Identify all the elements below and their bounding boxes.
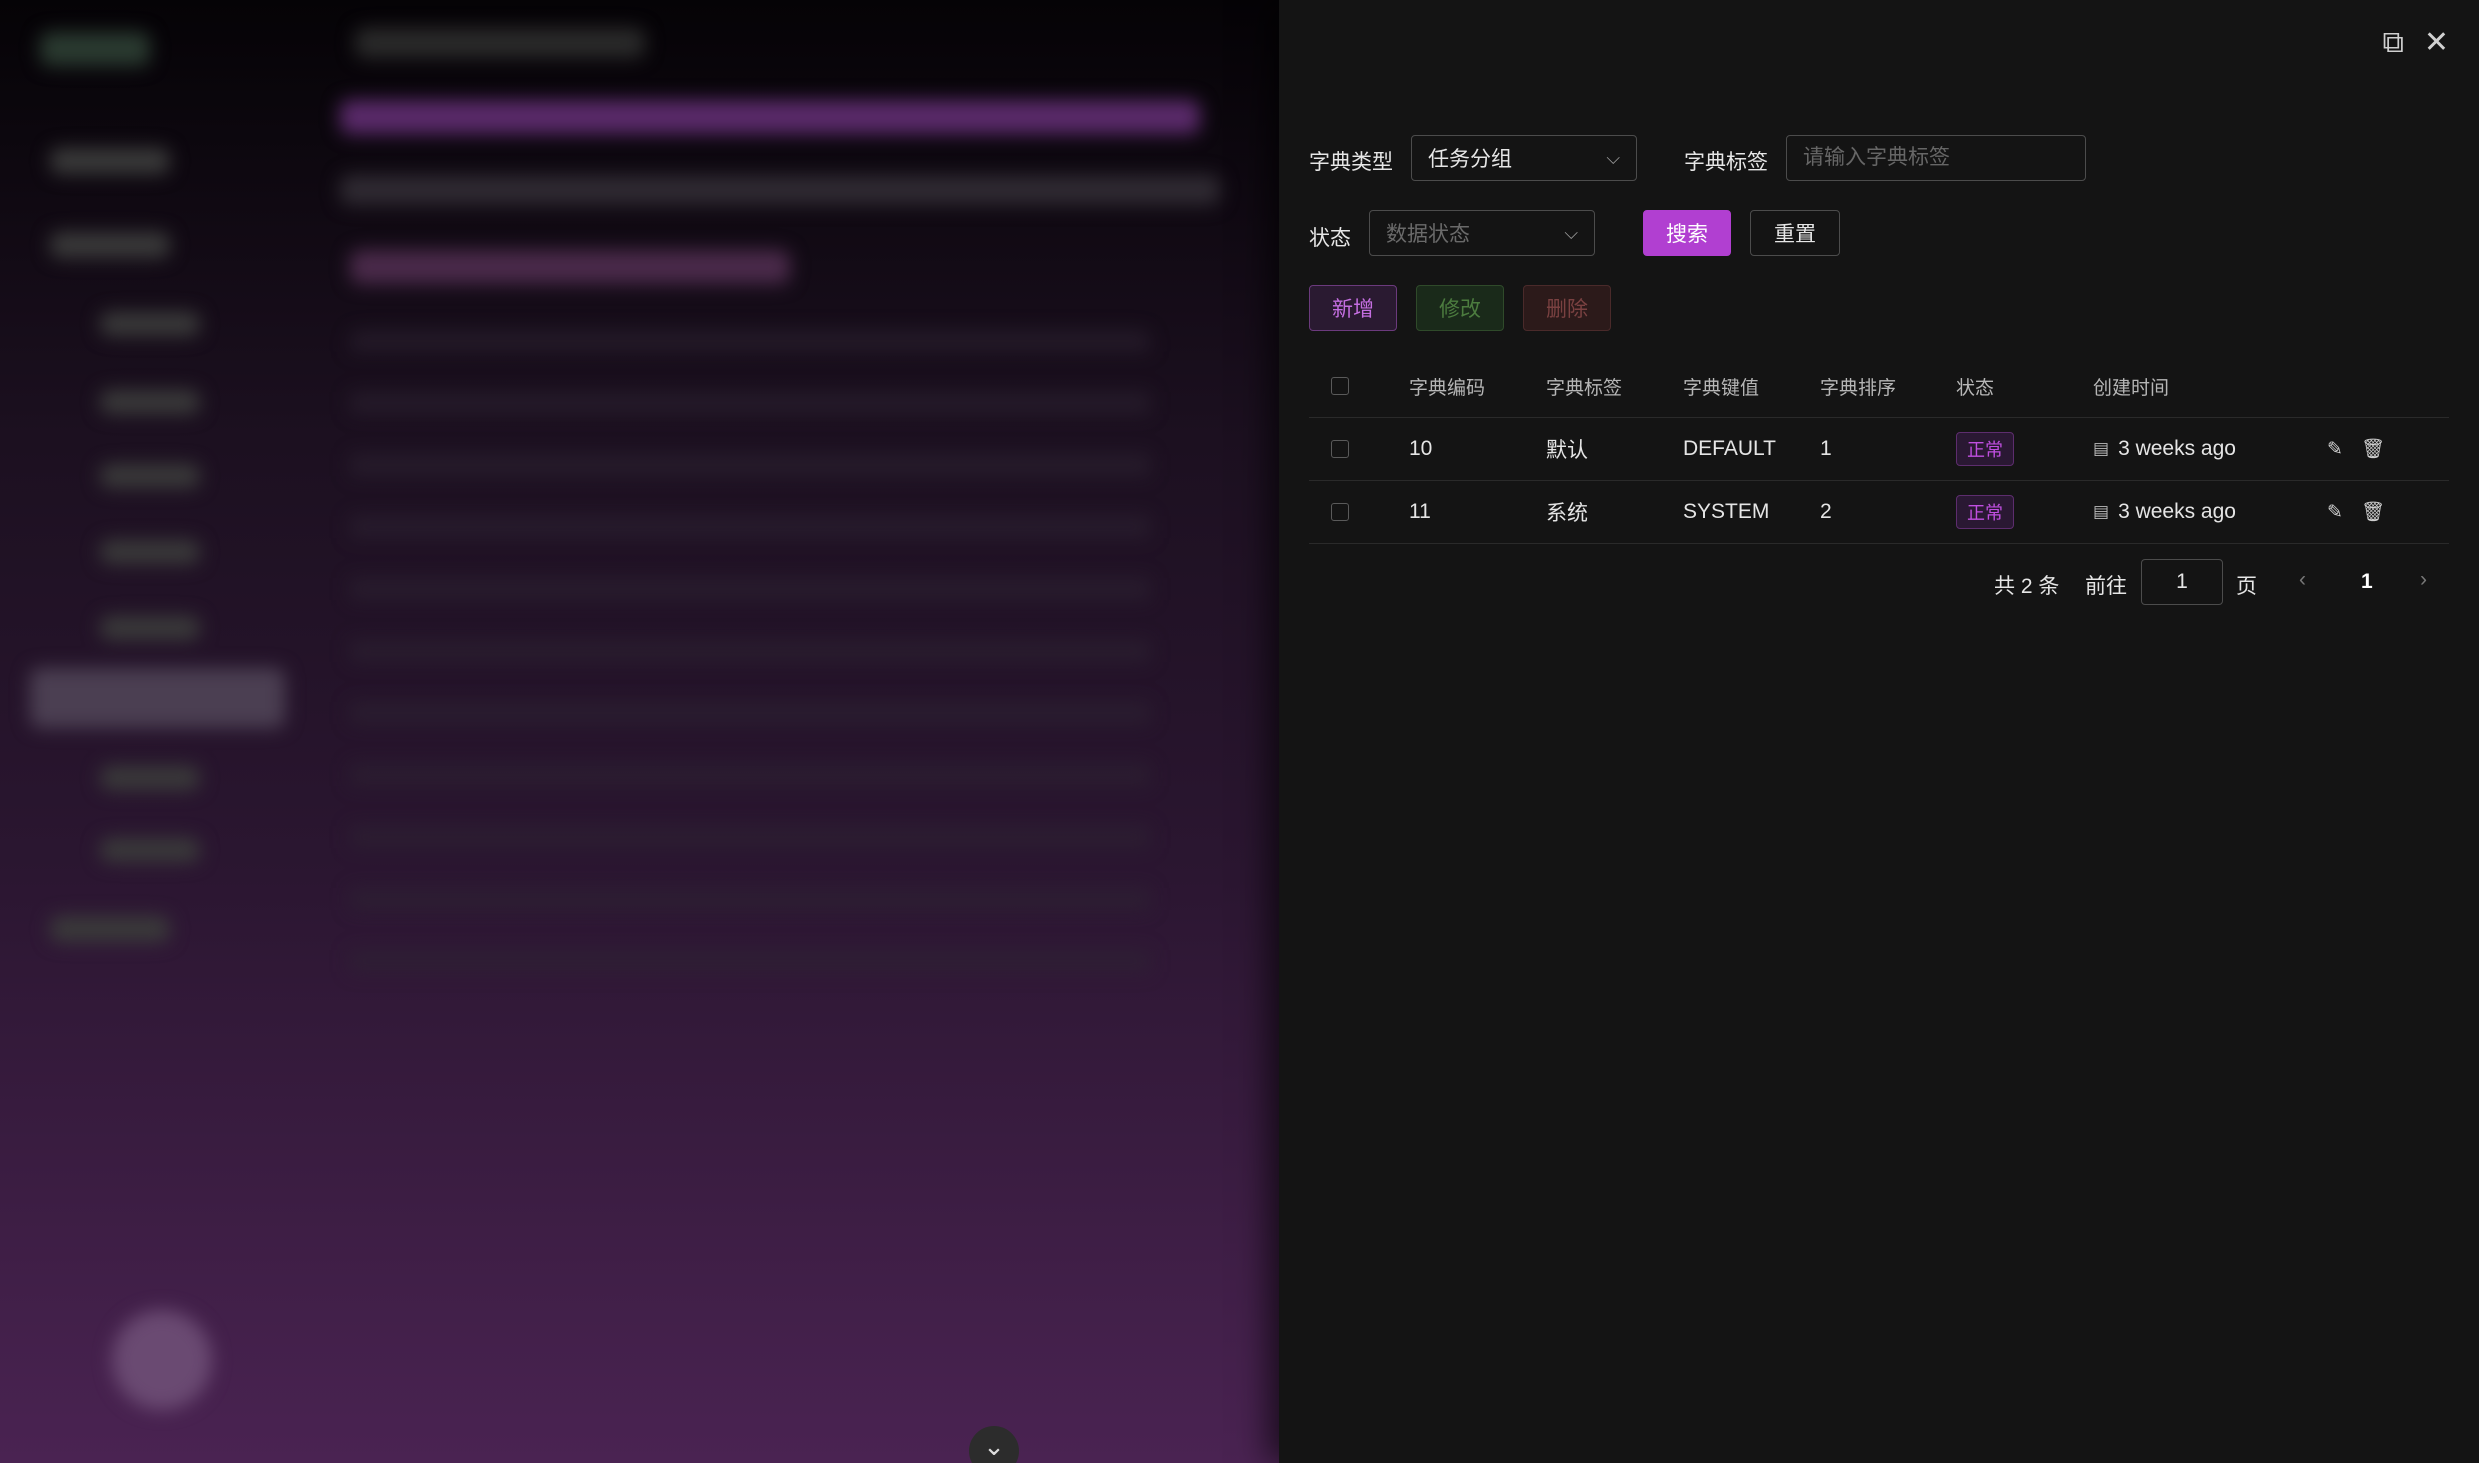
chevron-right-icon[interactable]: › (2420, 568, 2427, 592)
calendar-icon: ▤ (2093, 439, 2110, 458)
dict-data-drawer: ⧉ ✕ 字典类型 任务分组 ⌵ 字典标签 状态 数据状态 ⌵ 搜索 重置 新增 … (1279, 0, 2479, 1463)
close-icon[interactable]: ✕ (2424, 28, 2449, 58)
select-all-checkbox[interactable] (1331, 377, 1349, 395)
dict-code-cell: 10 (1409, 437, 1433, 460)
status-cell: 正常 (1956, 481, 2014, 543)
bg-buttons (350, 250, 790, 284)
edit-icon[interactable]: ✎ (2327, 438, 2343, 461)
chevron-left-icon[interactable]: ‹ (2299, 568, 2306, 592)
trash-icon[interactable]: 🗑 (2361, 437, 2385, 461)
dict-type-value: 任务分组 (1428, 148, 1512, 171)
dict-type-select[interactable]: 任务分组 ⌵ (1411, 135, 1637, 181)
dict-sort-cell: 2 (1820, 500, 1832, 523)
dict-label-cell: 系统 (1546, 502, 1588, 525)
drawer-header-actions: ⧉ ✕ (2382, 28, 2449, 58)
dict-label-input[interactable] (1786, 135, 2086, 181)
bg-menu-item (100, 464, 200, 488)
row-actions: ✎ 🗑 (2327, 418, 2385, 480)
status-select[interactable]: 数据状态 ⌵ (1369, 210, 1595, 256)
row-checkbox-cell (1331, 418, 1349, 480)
dict-sort-cell: 1 (1820, 437, 1832, 460)
created-time: 3 weeks ago (2118, 500, 2236, 523)
edit-icon[interactable]: ✎ (2327, 501, 2343, 524)
bg-menu-item (100, 838, 200, 862)
bg-table (350, 330, 1150, 980)
created-time: 3 weeks ago (2118, 437, 2236, 460)
pagination-page-suffix: 页 (2236, 575, 2257, 598)
status-cell: 正常 (1956, 418, 2014, 480)
bg-menu-item (50, 148, 170, 174)
reset-button[interactable]: 重置 (1750, 210, 1840, 256)
status-label: 状态 (1309, 227, 1351, 250)
dict-value-cell: SYSTEM (1683, 500, 1770, 523)
pagination-goto-input[interactable] (2141, 559, 2223, 605)
created-time-cell: ▤ 3 weeks ago (2093, 418, 2236, 480)
bg-menu-item (50, 232, 170, 258)
trash-icon[interactable]: 🗑 (2361, 500, 2385, 524)
bg-menu-item (100, 312, 200, 336)
calendar-icon: ▤ (2093, 502, 2110, 521)
background-app: ⌄ (0, 0, 1279, 1463)
edit-button[interactable]: 修改 (1416, 285, 1504, 331)
row-actions: ✎ 🗑 (2327, 481, 2385, 543)
table-row[interactable]: 11 系统 SYSTEM 2 正常 ▤ 3 weeks ago ✎ 🗑 (1309, 481, 2449, 544)
table-header: 字典编码 字典标签 字典键值 字典排序 状态 创建时间 (1309, 355, 2449, 418)
bg-tabs (340, 100, 1200, 134)
fullscreen-icon[interactable]: ⧉ (2382, 28, 2403, 58)
pagination-current-page[interactable]: 1 (2361, 570, 2373, 594)
bg-avatar (112, 1310, 212, 1410)
bg-search-row (340, 175, 1220, 205)
created-time-cell: ▤ 3 weeks ago (2093, 481, 2236, 543)
dict-value-cell: DEFAULT (1683, 437, 1776, 460)
status-badge: 正常 (1956, 432, 2014, 466)
pagination-total: 共 2 条 (1994, 575, 2060, 598)
table-row[interactable]: 10 默认 DEFAULT 1 正常 ▤ 3 weeks ago ✎ 🗑 (1309, 418, 2449, 481)
column-header[interactable]: 字典编码 (1409, 355, 1485, 417)
row-checkbox[interactable] (1331, 503, 1349, 521)
chevron-down-icon: ⌵ (1606, 147, 1620, 168)
column-header[interactable]: 字典排序 (1820, 355, 1896, 417)
row-checkbox[interactable] (1331, 440, 1349, 458)
background-blur-layer (0, 0, 1279, 1463)
bg-menu-active (30, 668, 285, 728)
add-button[interactable]: 新增 (1309, 285, 1397, 331)
bg-logo (40, 32, 150, 66)
bg-menu-item (100, 390, 200, 414)
column-header[interactable]: 字典键值 (1683, 355, 1759, 417)
bg-menu-item (100, 616, 200, 640)
dict-type-label: 字典类型 (1309, 151, 1393, 174)
status-placeholder: 数据状态 (1386, 223, 1470, 246)
bg-topbar (355, 28, 645, 58)
dict-label-cell: 默认 (1546, 439, 1588, 462)
row-checkbox-cell (1331, 481, 1349, 543)
status-badge: 正常 (1956, 495, 2014, 529)
chevron-down-icon: ⌵ (1564, 222, 1578, 243)
select-all-checkbox-cell (1331, 355, 1349, 417)
column-header[interactable]: 字典标签 (1546, 355, 1622, 417)
bg-menu-item (100, 766, 200, 790)
delete-button[interactable]: 删除 (1523, 285, 1611, 331)
column-header[interactable]: 创建时间 (2093, 355, 2169, 417)
dict-data-table: 字典编码 字典标签 字典键值 字典排序 状态 创建时间 10 默认 DEFAUL… (1309, 355, 2449, 544)
search-button[interactable]: 搜索 (1643, 210, 1731, 256)
column-header[interactable]: 状态 (1956, 355, 1994, 417)
bg-menu-item (100, 540, 200, 564)
dict-code-cell: 11 (1409, 500, 1431, 523)
dict-label-label: 字典标签 (1684, 151, 1768, 174)
bg-menu-item (50, 916, 170, 942)
pagination-goto-label: 前往 (2085, 575, 2127, 598)
